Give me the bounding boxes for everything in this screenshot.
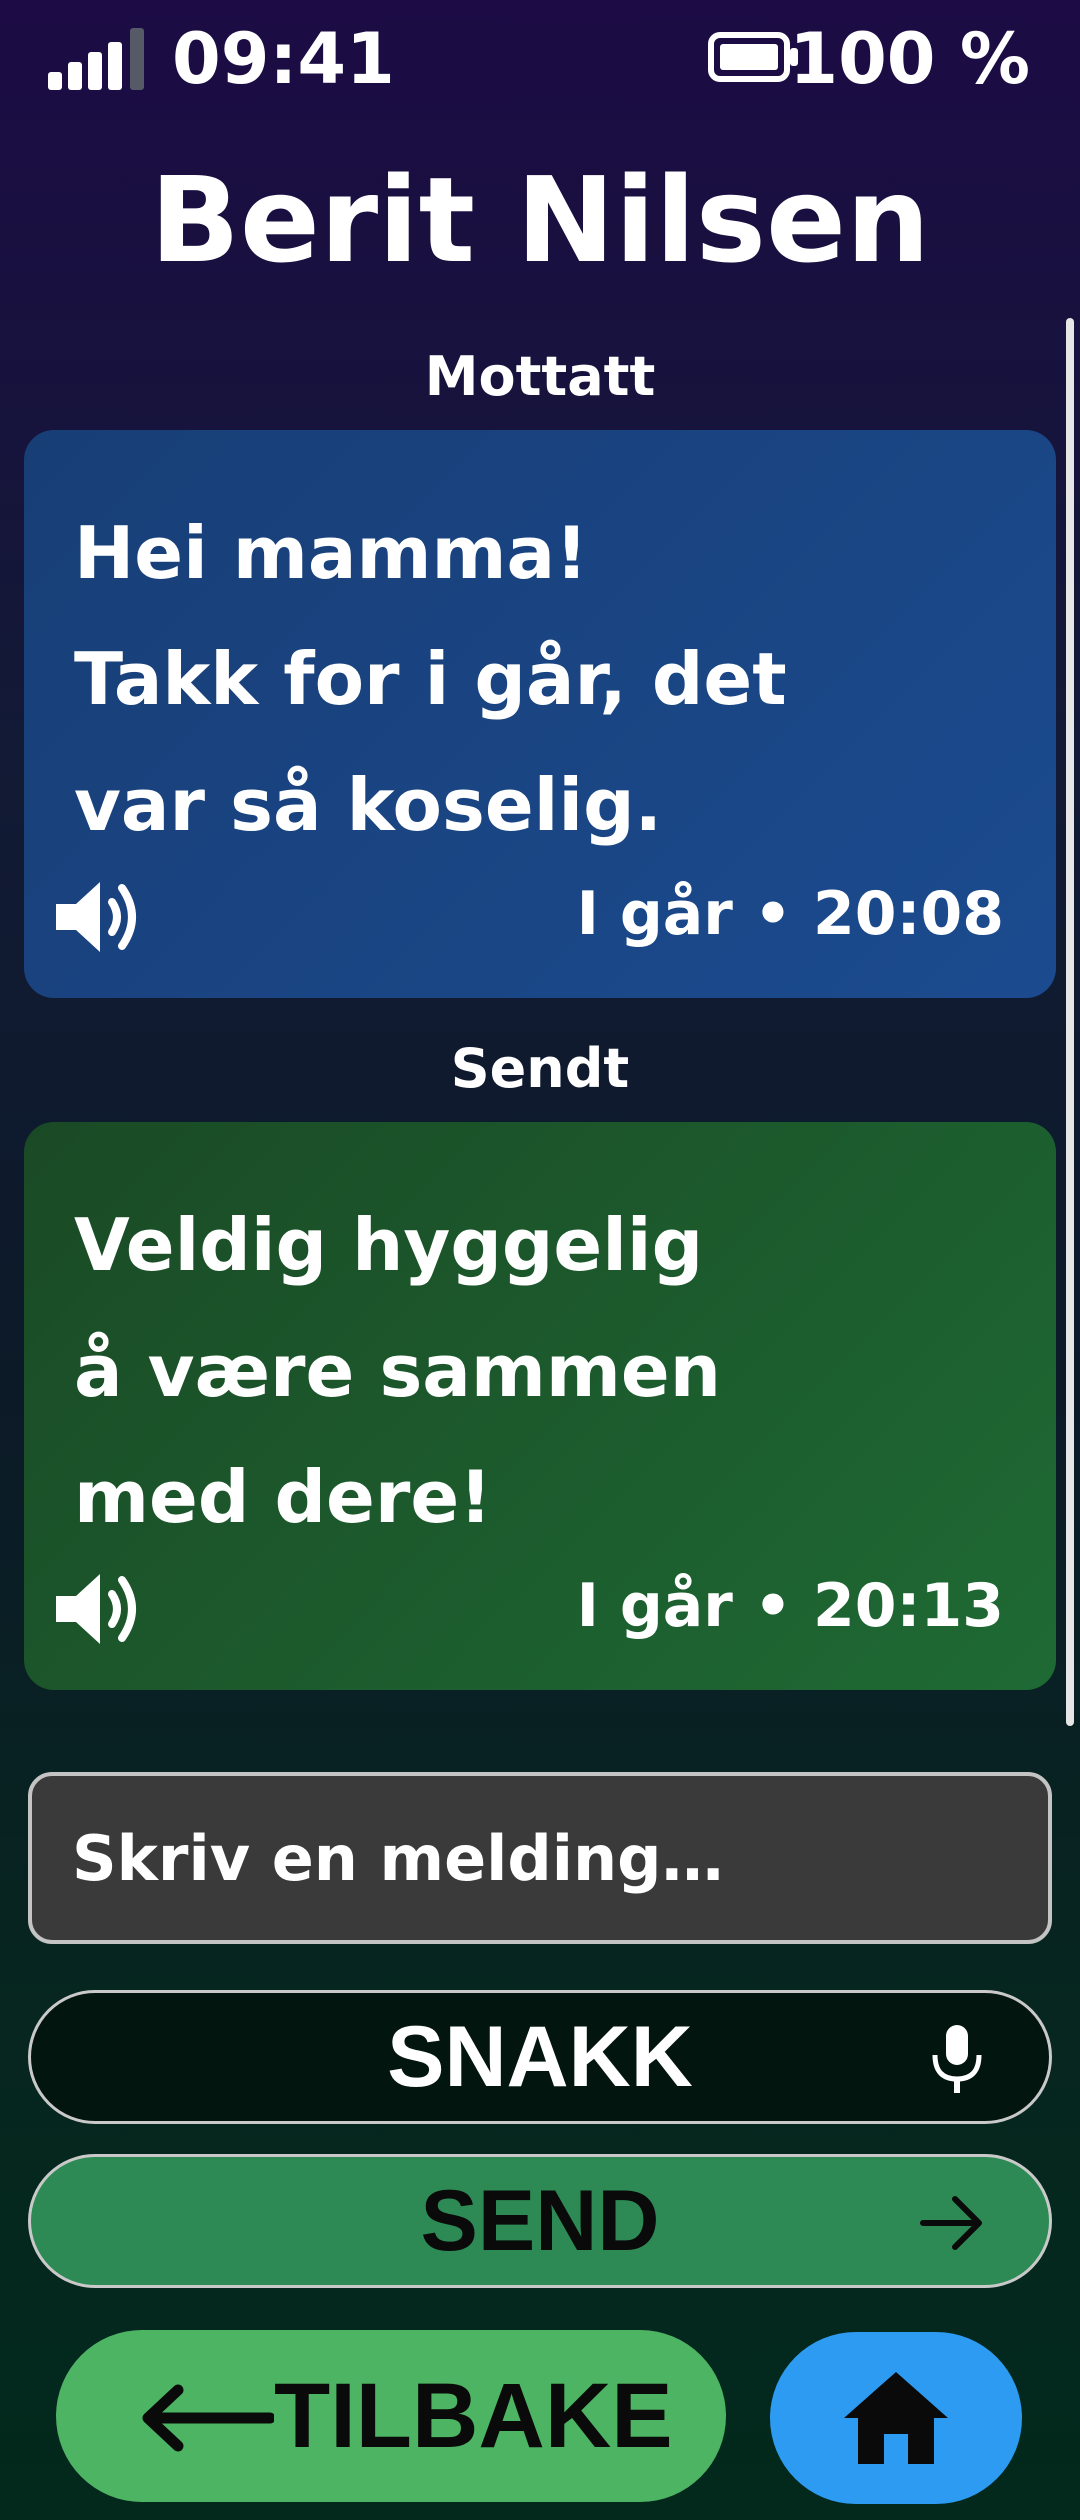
speaker-icon[interactable] xyxy=(52,1568,146,1650)
battery-icon xyxy=(708,32,798,82)
back-button-label: TILBAKE xyxy=(274,2365,673,2467)
message-time: I går • 20:08 xyxy=(576,879,1004,949)
message-line: Takk for i går, det xyxy=(74,637,787,721)
home-icon xyxy=(844,2372,948,2464)
talk-button[interactable]: SNAKK xyxy=(28,1990,1052,2124)
message-line: Veldig hyggelig xyxy=(74,1203,704,1287)
status-time: 09:41 xyxy=(172,18,395,100)
message-line: Hei mamma! xyxy=(74,511,588,595)
battery-percent: 100 % xyxy=(789,18,1030,100)
scrollbar[interactable] xyxy=(1066,318,1074,1726)
send-button-label: SEND xyxy=(420,2173,660,2269)
status-bar: 09:41 100 % xyxy=(0,0,1080,110)
received-label: Mottatt xyxy=(424,345,656,408)
message-line: var så koselig. xyxy=(74,763,662,847)
sent-message-bubble: Veldig hyggelig å være sammen med dere! … xyxy=(24,1122,1056,1690)
talk-button-label: SNAKK xyxy=(387,2009,693,2105)
send-button[interactable]: SEND xyxy=(28,2154,1052,2288)
mic-icon xyxy=(932,2025,982,2093)
home-button[interactable] xyxy=(770,2332,1022,2504)
speaker-icon[interactable] xyxy=(52,876,146,958)
message-text: Veldig hyggelig å være sammen med dere! xyxy=(74,1182,721,1560)
contact-name: Berit Nilsen xyxy=(149,151,931,289)
message-line: med dere! xyxy=(74,1455,493,1539)
message-line: å være sammen xyxy=(74,1329,722,1413)
arrow-left-icon xyxy=(142,2384,274,2452)
message-time: I går • 20:13 xyxy=(576,1571,1004,1641)
message-text: Hei mamma! Takk for i går, det var så ko… xyxy=(74,490,787,868)
sent-label: Sendt xyxy=(450,1037,630,1100)
message-input[interactable] xyxy=(28,1772,1052,1944)
arrow-right-icon xyxy=(920,2196,982,2250)
signal-icon xyxy=(48,28,148,90)
received-message-bubble: Hei mamma! Takk for i går, det var så ko… xyxy=(24,430,1056,998)
back-button[interactable]: TILBAKE xyxy=(56,2330,726,2502)
